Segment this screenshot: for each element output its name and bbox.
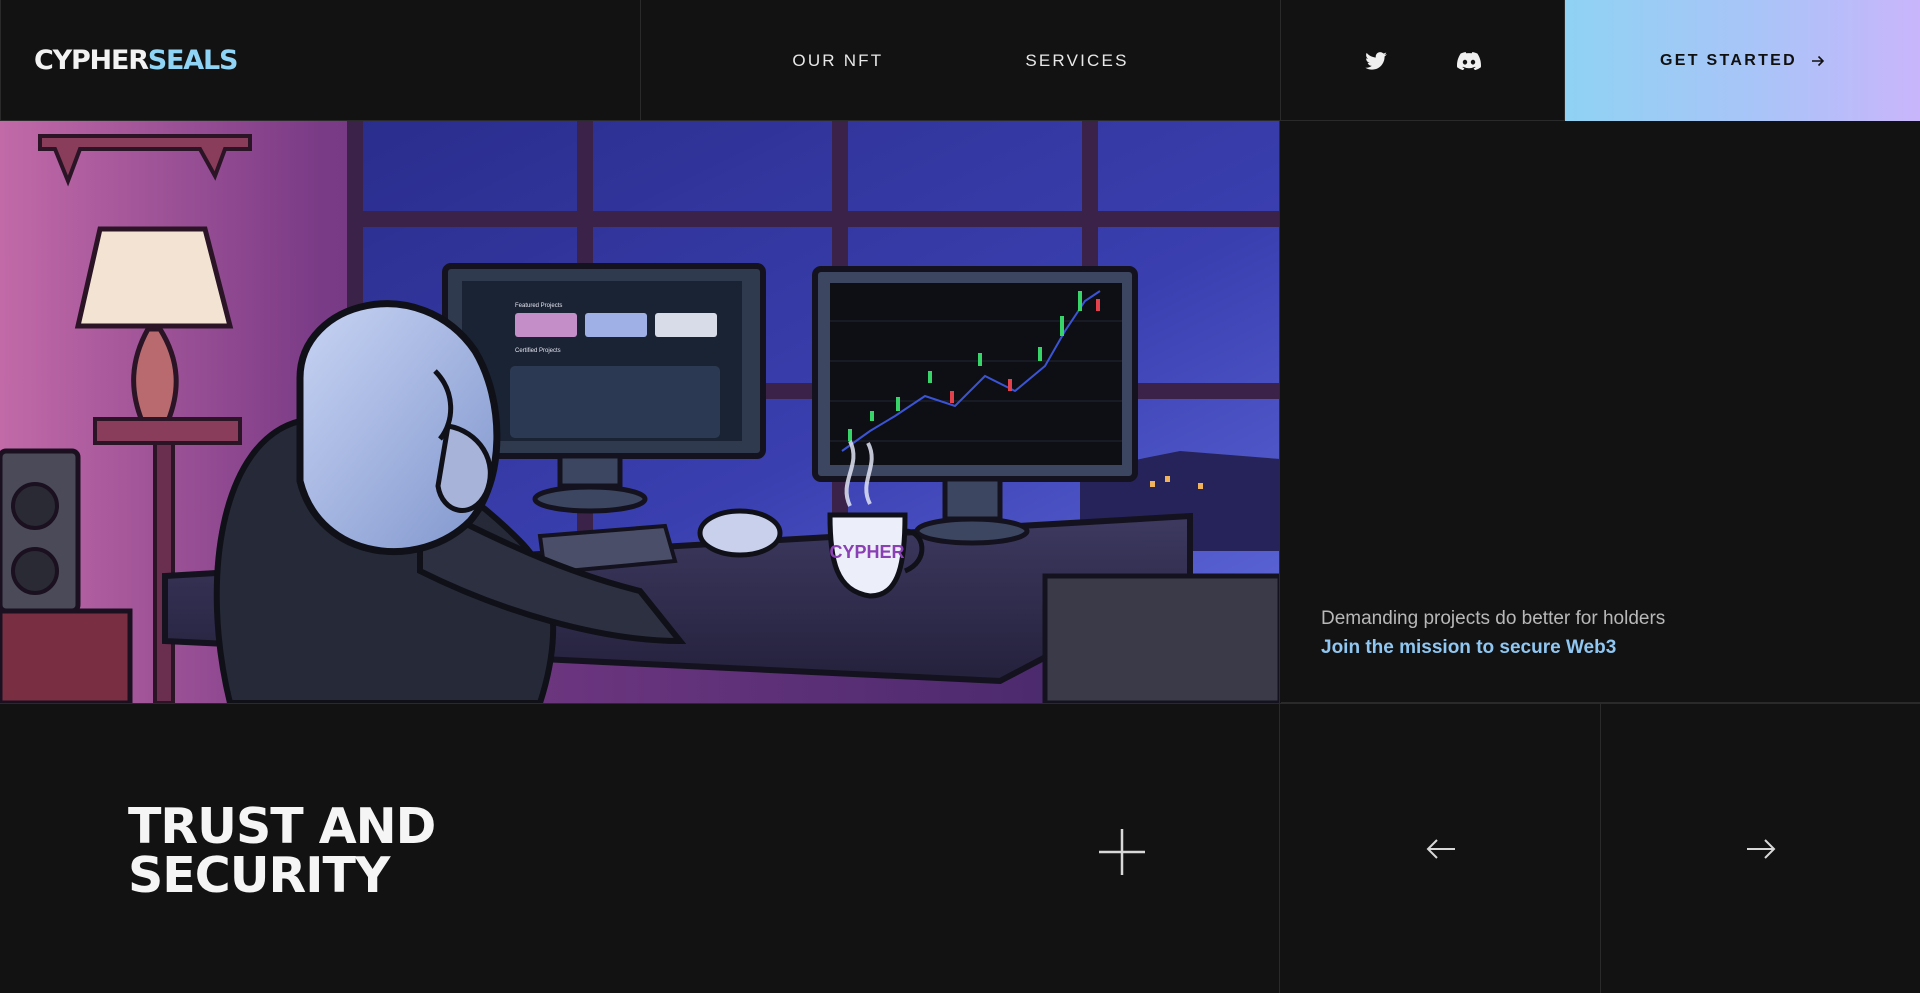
twitter-icon[interactable]	[1364, 51, 1387, 70]
arrow-right-icon	[1746, 839, 1775, 859]
mug-label: CYPHER	[829, 542, 904, 562]
monitor-heading-featured: Featured Projects	[515, 303, 562, 309]
trust-title-cell: TRUST AND SECURITY	[0, 704, 1280, 993]
seal-trader-illustration: Featured Projects Certified Projects CYP…	[0, 121, 1279, 703]
hero-illustration: Featured Projects Certified Projects CYP…	[0, 121, 1280, 703]
logo-text-seals: SEALS	[147, 45, 239, 76]
get-started-label: GET STARTED	[1659, 51, 1797, 69]
arrow-left-icon	[1426, 839, 1455, 859]
section-title: TRUST AND SECURITY	[128, 798, 436, 904]
nav-our-nft[interactable]: OUR NFT	[792, 51, 883, 71]
logo-text-cypher: CYPHER	[34, 45, 149, 76]
arrow-right-icon	[1812, 55, 1825, 66]
nav-services[interactable]: SERVICES	[1025, 51, 1128, 71]
next-button[interactable]	[1601, 704, 1920, 993]
join-mission-link[interactable]: Join the mission to secure Web3	[1321, 637, 1616, 659]
logo-cell: CYPHERSEALS	[0, 0, 641, 121]
prev-button[interactable]	[1281, 704, 1601, 993]
holders-tagline: Demanding projects do better for holders	[1321, 608, 1666, 629]
social-links	[1281, 0, 1565, 121]
discord-icon[interactable]	[1456, 51, 1481, 70]
site-header: CYPHERSEALS OUR NFT SERVICES GET STARTED	[0, 0, 1920, 121]
monitor-heading-certified: Certified Projects	[515, 348, 561, 354]
get-started-button[interactable]: GET STARTED	[1565, 0, 1920, 121]
trust-section: TRUST AND SECURITY	[0, 703, 1920, 993]
main-nav: OUR NFT SERVICES	[641, 0, 1281, 121]
plus-icon[interactable]	[1099, 829, 1145, 875]
hero-side-panel: Demanding projects do better for holders…	[1281, 121, 1920, 703]
site-logo[interactable]: CYPHERSEALS	[34, 45, 239, 76]
